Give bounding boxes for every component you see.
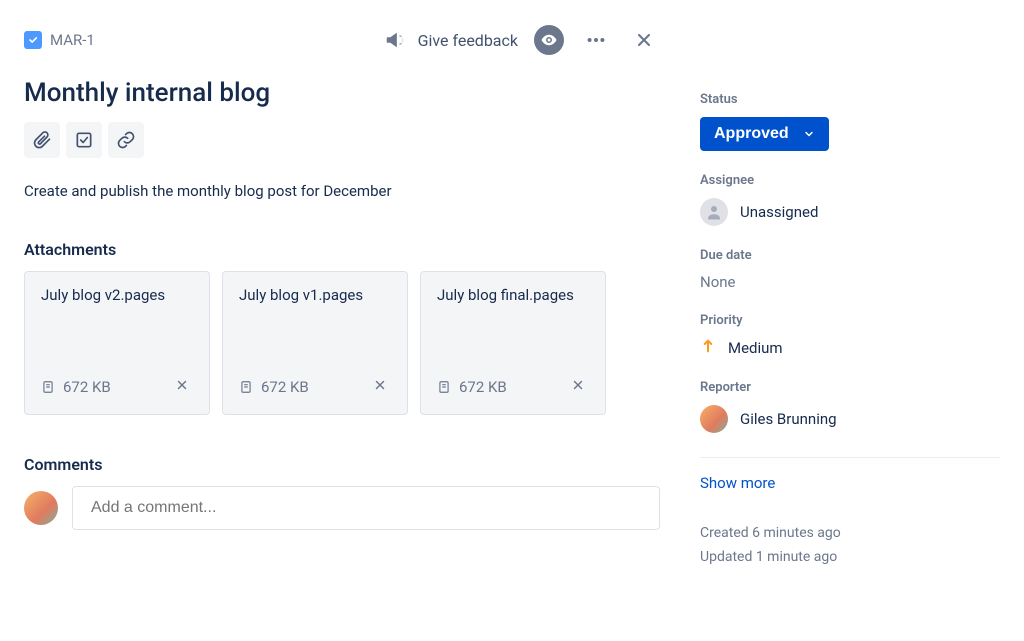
updated-meta: Updated 1 minute ago	[700, 546, 1000, 570]
attachments-heading: Attachments	[24, 240, 660, 259]
attachment-card[interactable]: July blog v2.pages 672 KB	[24, 271, 210, 415]
chevron-down-icon	[803, 128, 815, 140]
comment-input[interactable]	[72, 486, 660, 530]
reporter-avatar	[700, 405, 728, 433]
breadcrumb[interactable]: MAR-1	[24, 31, 95, 49]
attachment-name: July blog final.pages	[437, 286, 589, 304]
give-feedback-button[interactable]: Give feedback	[384, 29, 518, 51]
sidebar-divider	[700, 457, 1000, 458]
add-child-button[interactable]	[66, 122, 102, 158]
file-icon	[239, 379, 253, 395]
priority-value: Medium	[728, 339, 783, 357]
status-dropdown[interactable]: Approved	[700, 117, 829, 151]
assignee-value: Unassigned	[740, 203, 818, 221]
due-date-value[interactable]: None	[700, 273, 1000, 291]
link-button[interactable]	[108, 122, 144, 158]
more-actions-button[interactable]	[580, 24, 612, 56]
close-button[interactable]	[628, 24, 660, 56]
issue-key[interactable]: MAR-1	[50, 31, 95, 49]
watch-button[interactable]	[534, 25, 564, 55]
attachment-remove-button[interactable]	[369, 373, 391, 400]
issue-title[interactable]: Monthly internal blog	[24, 78, 660, 108]
attachment-size: 672 KB	[261, 378, 309, 396]
task-icon	[24, 31, 42, 49]
priority-field[interactable]: Medium	[700, 338, 1000, 358]
unassigned-avatar-icon	[700, 198, 728, 226]
attach-button[interactable]	[24, 122, 60, 158]
reporter-field[interactable]: Giles Brunning	[700, 405, 1000, 433]
file-icon	[41, 379, 55, 395]
priority-label: Priority	[700, 313, 1000, 328]
created-meta: Created 6 minutes ago	[700, 522, 1000, 546]
attachment-size: 672 KB	[459, 378, 507, 396]
attachment-name: July blog v2.pages	[41, 286, 193, 304]
current-user-avatar	[24, 491, 58, 525]
attachment-remove-button[interactable]	[567, 373, 589, 400]
priority-medium-icon	[700, 338, 716, 358]
reporter-label: Reporter	[700, 380, 1000, 395]
reporter-value: Giles Brunning	[740, 410, 837, 428]
issue-description[interactable]: Create and publish the monthly blog post…	[24, 182, 660, 200]
attachment-name: July blog v1.pages	[239, 286, 391, 304]
assignee-label: Assignee	[700, 173, 1000, 188]
assignee-field[interactable]: Unassigned	[700, 198, 1000, 226]
file-icon	[437, 379, 451, 395]
show-more-link[interactable]: Show more	[700, 474, 1000, 492]
give-feedback-label: Give feedback	[418, 31, 518, 50]
status-value: Approved	[714, 125, 789, 143]
attachment-remove-button[interactable]	[171, 373, 193, 400]
status-label: Status	[700, 92, 1000, 107]
attachment-card[interactable]: July blog final.pages 672 KB	[420, 271, 606, 415]
due-date-label: Due date	[700, 248, 1000, 263]
comments-heading: Comments	[24, 455, 660, 474]
attachment-card[interactable]: July blog v1.pages 672 KB	[222, 271, 408, 415]
attachment-size: 672 KB	[63, 378, 111, 396]
